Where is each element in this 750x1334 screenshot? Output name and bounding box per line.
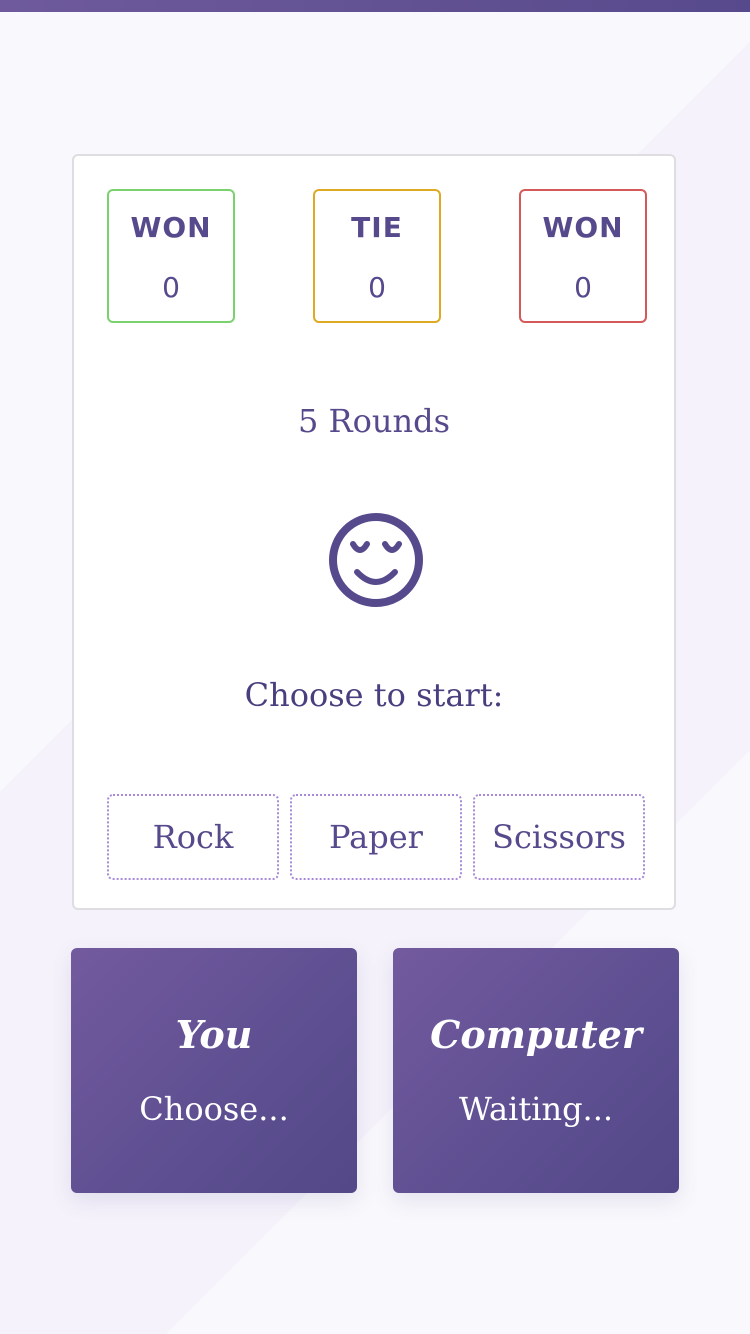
computer-score-box: WON 0 (519, 189, 647, 323)
computer-score-value: 0 (574, 271, 592, 304)
tie-score-box: TIE 0 (313, 189, 441, 323)
player-score-value: 0 (162, 271, 180, 304)
player-name: You (175, 1012, 253, 1057)
rock-button[interactable]: Rock (107, 794, 279, 880)
game-card: WON 0 TIE 0 WON 0 5 Rounds Choose to sta… (72, 154, 676, 910)
computer-score-label: WON (542, 211, 624, 244)
computer-panel: Computer Waiting... (393, 948, 679, 1193)
tie-score-label: TIE (351, 211, 403, 244)
player-score-label: WON (130, 211, 212, 244)
tie-score-value: 0 (368, 271, 386, 304)
player-score-box: WON 0 (107, 189, 235, 323)
player-status: Choose... (139, 1090, 289, 1128)
scissors-button[interactable]: Scissors (473, 794, 645, 880)
player-panel: You Choose... (71, 948, 357, 1193)
computer-name: Computer (430, 1012, 642, 1057)
start-prompt: Choose to start: (244, 676, 504, 714)
computer-status: Waiting... (458, 1090, 614, 1128)
relieved-face-icon (329, 513, 423, 607)
rounds-label: 5 Rounds (297, 402, 450, 440)
paper-button[interactable]: Paper (290, 794, 462, 880)
